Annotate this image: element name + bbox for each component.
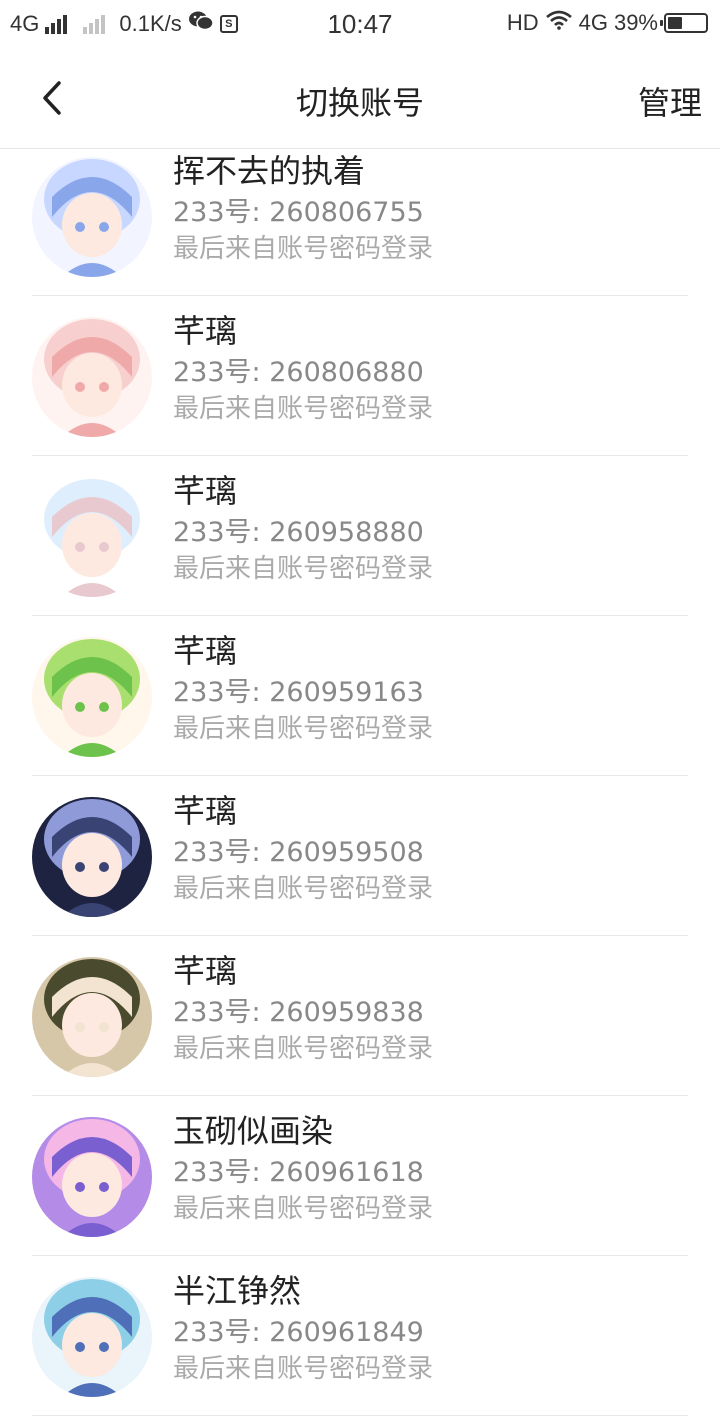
account-id: 233号: 260958880 [173, 517, 424, 548]
account-row[interactable]: 芊璃 233号: 260958880 最后来自账号密码登录 [0, 456, 720, 616]
nav-bar: 切换账号 管理 [0, 50, 720, 149]
account-name: 芊璃 [173, 792, 238, 830]
account-list: 挥不去的执着 233号: 260806755 最后来自账号密码登录 芊璃 233号: 2… [0, 149, 720, 1416]
account-name: 芊璃 [173, 952, 238, 990]
status-right: HD 4G 39% [507, 10, 708, 36]
page-title: 切换账号 [295, 84, 424, 122]
account-row[interactable]: 芊璃 233号: 260959838 最后来自账号密码登录 [0, 936, 720, 1096]
account-id: 233号: 260959838 [173, 997, 424, 1028]
battery-percent: 39% [613, 10, 658, 35]
account-avatar [32, 1277, 152, 1397]
login-method-hint: 最后来自账号密码登录 [173, 234, 434, 264]
account-name: 半江铮然 [173, 1272, 302, 1310]
account-row[interactable]: 挥不去的执着 233号: 260806755 最后来自账号密码登录 [0, 149, 720, 296]
account-id: 233号: 260806880 [173, 357, 424, 388]
login-method-hint: 最后来自账号密码登录 [173, 874, 434, 904]
login-method-hint: 最后来自账号密码登录 [173, 714, 434, 744]
status-bar: 4G 0.1K/s S 10:47 HD 4G 39% [0, 0, 720, 50]
account-name: 芊璃 [173, 632, 238, 670]
account-avatar [32, 797, 152, 917]
account-avatar [32, 637, 152, 757]
account-name: 芊璃 [173, 472, 238, 510]
mobile-data-label: 4G [578, 10, 608, 35]
account-id: 233号: 260806755 [173, 197, 424, 228]
account-name: 芊璃 [173, 312, 238, 350]
account-avatar [32, 157, 152, 277]
account-id: 233号: 260961849 [173, 1317, 424, 1348]
login-method-hint: 最后来自账号密码登录 [173, 554, 434, 584]
account-row[interactable]: 芊璃 233号: 260959508 最后来自账号密码登录 [0, 776, 720, 936]
account-avatar [32, 477, 152, 597]
wifi-icon [545, 10, 573, 36]
account-id: 233号: 260959508 [173, 837, 424, 868]
login-method-hint: 最后来自账号密码登录 [173, 1034, 434, 1064]
login-method-hint: 最后来自账号密码登录 [173, 394, 434, 424]
manage-button[interactable]: 管理 [638, 78, 702, 124]
account-avatar [32, 317, 152, 437]
account-avatar [32, 1117, 152, 1237]
account-row[interactable]: 芊璃 233号: 260959163 最后来自账号密码登录 [0, 616, 720, 776]
login-method-hint: 最后来自账号密码登录 [173, 1354, 434, 1384]
login-method-hint: 最后来自账号密码登录 [173, 1194, 434, 1224]
account-id: 233号: 260961618 [173, 1157, 424, 1188]
account-row[interactable]: 玉砌似画染 233号: 260961618 最后来自账号密码登录 [0, 1096, 720, 1256]
account-name: 玉砌似画染 [173, 1112, 334, 1150]
account-row[interactable]: 芊璃 233号: 260806880 最后来自账号密码登录 [0, 296, 720, 456]
account-id: 233号: 260959163 [173, 677, 424, 708]
account-avatar [32, 957, 152, 1077]
account-row[interactable]: 半江铮然 233号: 260961849 最后来自账号密码登录 [0, 1256, 720, 1416]
battery-icon [660, 13, 708, 33]
account-name: 挥不去的执着 [173, 152, 366, 190]
hd-label: HD [506, 10, 539, 35]
